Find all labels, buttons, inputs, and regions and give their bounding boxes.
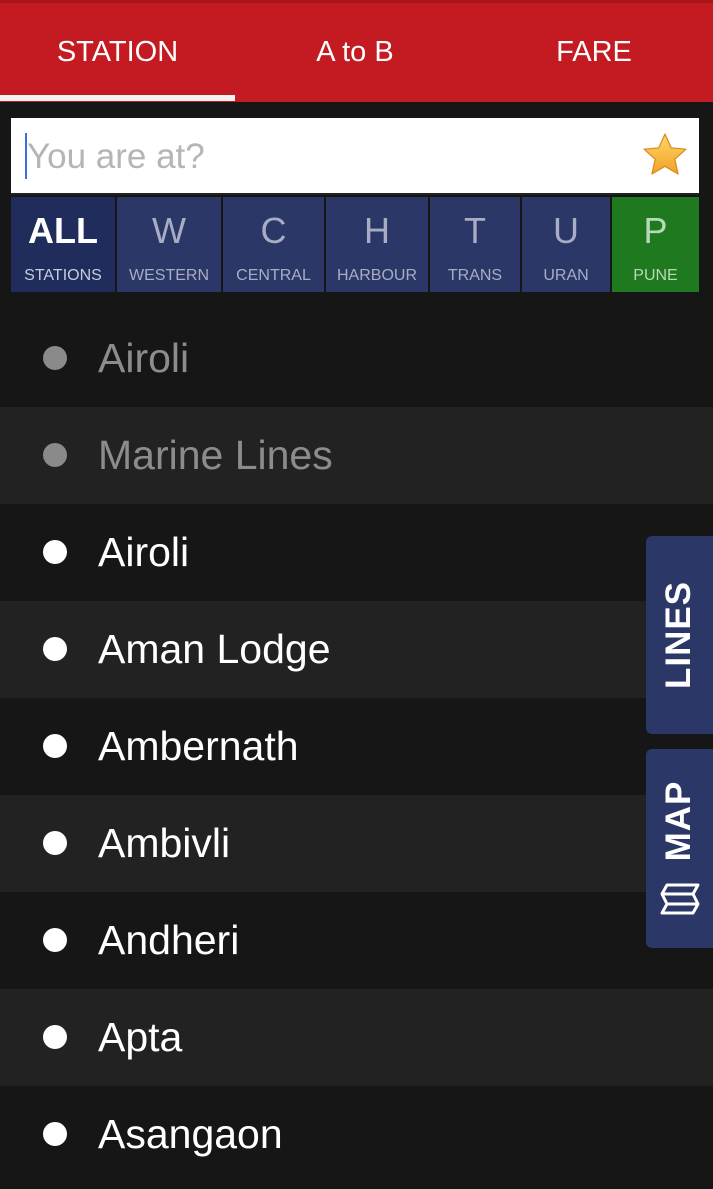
filter-letter: W	[152, 210, 186, 251]
filter-letter: H	[364, 210, 390, 251]
filter-letter: P	[643, 210, 668, 251]
filter-trans-harbour[interactable]: T TRANS	[430, 197, 520, 292]
station-name: Ambernath	[98, 723, 299, 769]
filter-label: PUNE	[633, 267, 678, 284]
station-name: Asangaon	[98, 1111, 283, 1157]
list-top-spacer	[0, 292, 713, 310]
lines-side-tab[interactable]: LINES	[646, 536, 713, 734]
station-bullet	[43, 734, 67, 758]
station-name: Aman Lodge	[98, 626, 331, 672]
tab-station[interactable]: STATION	[0, 3, 235, 102]
filter-label: CENTRAL	[236, 267, 311, 284]
station-list[interactable]: Airoli Marine Lines Airoli Aman Lodge Am…	[0, 310, 713, 1183]
recent-station-item[interactable]: Marine Lines	[0, 407, 713, 504]
tab-a-to-b[interactable]: A to B	[235, 3, 475, 102]
station-bullet	[43, 346, 67, 370]
station-item[interactable]: Aman Lodge	[0, 601, 713, 698]
station-bullet	[43, 831, 67, 855]
station-item[interactable]: Ambivli	[0, 795, 713, 892]
station-name: Andheri	[98, 917, 240, 963]
station-bullet	[43, 928, 67, 952]
station-bullet	[43, 1025, 67, 1049]
station-item[interactable]: Andheri	[0, 892, 713, 989]
search-box	[11, 118, 699, 195]
text-cursor	[25, 133, 27, 179]
station-search-input[interactable]	[25, 126, 629, 188]
filter-label: URAN	[543, 267, 589, 284]
filter-label: TRANS	[447, 267, 503, 284]
map-icon	[660, 883, 700, 915]
station-item[interactable]: Ambernath	[0, 698, 713, 795]
station-item[interactable]: Apta	[0, 989, 713, 1086]
filter-western[interactable]: W WESTERN	[117, 197, 221, 292]
station-bullet	[43, 637, 67, 661]
station-bullet	[43, 1122, 67, 1146]
filter-central[interactable]: C CENTRAL	[223, 197, 324, 292]
filter-letter: C	[260, 210, 287, 251]
map-side-tab[interactable]: MAP	[646, 749, 713, 948]
map-label: MAP	[659, 780, 698, 862]
filter-all-stations[interactable]: ALL STATIONS	[11, 197, 115, 292]
station-name: Marine Lines	[98, 432, 333, 478]
filter-harbour[interactable]: H HARBOUR	[326, 197, 428, 292]
lines-label: LINES	[659, 580, 698, 690]
station-bullet	[43, 443, 67, 467]
station-name: Airoli	[98, 529, 190, 575]
filter-label: WESTERN	[129, 267, 209, 284]
filter-letter: ALL	[28, 210, 98, 251]
station-item[interactable]: Airoli	[0, 504, 713, 601]
station-name: Airoli	[98, 335, 190, 381]
station-name: Ambivli	[98, 820, 231, 866]
filter-label: STATIONS	[24, 267, 102, 284]
active-tab-indicator	[0, 95, 235, 101]
star-icon[interactable]	[641, 131, 689, 179]
station-item[interactable]: Asangaon	[0, 1086, 713, 1183]
station-bullet	[43, 540, 67, 564]
filter-letter: T	[464, 210, 486, 251]
filter-label: HARBOUR	[336, 267, 417, 284]
top-tab-bar: STATION A to B FARE	[0, 0, 713, 102]
line-filter-bar: ALL STATIONS W WESTERN C CENTRAL H HARBO…	[11, 197, 699, 292]
station-name: Apta	[98, 1014, 183, 1060]
filter-pune[interactable]: P PUNE	[612, 197, 699, 292]
filter-uran[interactable]: U URAN	[522, 197, 610, 292]
filter-letter: U	[553, 210, 579, 251]
tab-fare[interactable]: FARE	[475, 3, 713, 102]
recent-station-item[interactable]: Airoli	[0, 310, 713, 407]
